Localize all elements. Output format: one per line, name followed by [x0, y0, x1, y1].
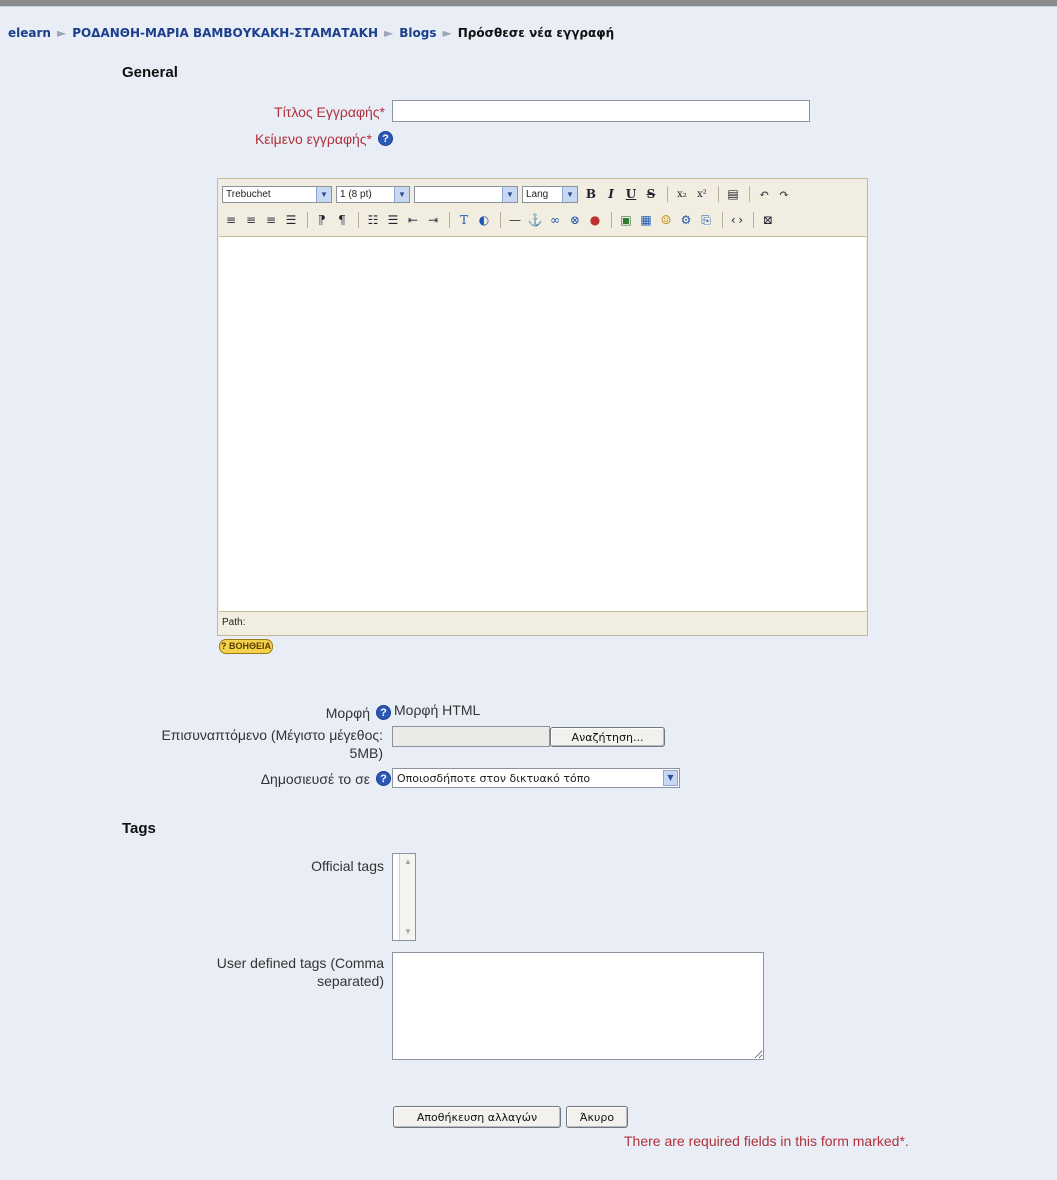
italic-icon[interactable]: I — [602, 185, 620, 203]
entry-title-label: Τίτλος Εγγραφής* — [274, 104, 385, 120]
breadcrumb-separator: ► — [56, 26, 67, 40]
toolbar-separator — [611, 212, 612, 228]
link-icon[interactable]: ∞ — [546, 211, 564, 229]
clean-word-icon[interactable]: ▤ — [724, 185, 742, 203]
editor-toolbar-row-2: ≡ ≡ ≡ ☰ ⁋ ¶ ☷ ☰ ⇤ ⇥ T ◐ — ⚓ ∞ ⊗ ● ▣ ▦ ☺ … — [218, 208, 779, 232]
html-editor: Trebuchet ▼ 1 (8 pt) ▼ ▼ Lang ▼ B I U S … — [217, 178, 868, 636]
subscript-icon[interactable]: x₂ — [673, 185, 691, 203]
text-color-icon[interactable]: T — [455, 211, 473, 229]
official-tags-list[interactable]: ▲ ▼ — [392, 853, 416, 941]
editor-help-button[interactable]: ? ΒΟΗΘΕΙΑ — [219, 639, 273, 654]
entry-title-input[interactable] — [392, 100, 810, 122]
superscript-icon[interactable]: x² — [693, 185, 711, 203]
align-justify-icon[interactable]: ☰ — [282, 211, 300, 229]
language-select[interactable]: Lang ▼ — [522, 185, 578, 203]
bold-icon[interactable]: B — [582, 185, 600, 203]
underline-icon[interactable]: U — [622, 185, 640, 203]
chevron-down-icon: ▼ — [663, 770, 678, 786]
cancel-button[interactable]: Άκυρο — [566, 1106, 628, 1128]
section-general-heading: General — [122, 64, 178, 81]
ordered-list-icon[interactable]: ☷ — [364, 211, 382, 229]
unordered-list-icon[interactable]: ☰ — [384, 211, 402, 229]
attachment-file-field[interactable] — [392, 726, 550, 747]
language-value: Lang — [526, 188, 549, 200]
align-right-icon[interactable]: ≡ — [262, 211, 280, 229]
outdent-icon[interactable]: ⇤ — [404, 211, 422, 229]
save-changes-button[interactable]: Αποθήκευση αλλαγών — [393, 1106, 561, 1128]
help-icon[interactable]: ? — [376, 771, 391, 786]
browse-button[interactable]: Αναζήτηση... — [550, 727, 665, 747]
chevron-down-icon: ▼ — [562, 186, 577, 202]
publish-label: Δημοσιευσέ το σε — [260, 771, 370, 787]
toolbar-separator — [722, 212, 723, 228]
align-center-icon[interactable]: ≡ — [242, 211, 260, 229]
align-left-icon[interactable]: ≡ — [222, 211, 240, 229]
publish-select-value: Οποιοσδήποτε στον δικτυακό τόπο — [397, 771, 591, 785]
search-replace-icon[interactable]: ⎘ — [697, 211, 715, 229]
strikethrough-icon[interactable]: S — [642, 185, 660, 203]
paragraph-format-select[interactable]: ▼ — [414, 185, 518, 203]
breadcrumb-separator: ► — [442, 26, 452, 40]
toolbar-separator — [749, 186, 750, 202]
unlink-icon[interactable]: ⊗ — [566, 211, 584, 229]
rtl-icon[interactable]: ¶ — [333, 211, 351, 229]
entry-body-label-text: Κείμενο εγγραφής* — [254, 131, 372, 147]
editor-toolbar-row-1: Trebuchet ▼ 1 (8 pt) ▼ ▼ Lang ▼ B I U S … — [218, 182, 795, 206]
editor-path: Path: — [222, 617, 246, 628]
anchor-icon[interactable]: ⚓ — [526, 211, 544, 229]
horizontal-rule-icon[interactable]: — — [506, 211, 524, 229]
html-source-icon[interactable]: ‹› — [728, 211, 746, 229]
nolink-icon[interactable]: ● — [586, 211, 604, 229]
breadcrumb: elearn ► ΡΟΔΑΝΘΗ-ΜΑΡΙΑ ΒΑΜΒΟΥΚΑΚΗ-ΣΤΑΜΑΤΑΚ… — [8, 26, 614, 40]
official-tags-scrollbar[interactable]: ▲ ▼ — [399, 854, 415, 940]
help-icon[interactable]: ? — [378, 131, 393, 146]
indent-icon[interactable]: ⇥ — [424, 211, 442, 229]
scroll-up-icon[interactable]: ▲ — [401, 855, 415, 869]
breadcrumb-link-home[interactable]: elearn — [8, 26, 51, 40]
editor-content-area[interactable] — [219, 236, 866, 612]
format-value: Μορφή HTML — [394, 702, 481, 718]
insert-image-icon[interactable]: ▣ — [617, 211, 635, 229]
insert-table-icon[interactable]: ▦ — [637, 211, 655, 229]
special-char-icon[interactable]: ⚙ — [677, 211, 695, 229]
font-size-value: 1 (8 pt) — [340, 188, 372, 200]
toolbar-separator — [307, 212, 308, 228]
toolbar-separator — [449, 212, 450, 228]
font-family-value: Trebuchet — [226, 188, 271, 200]
entry-body-label: Κείμενο εγγραφής* — [150, 130, 372, 148]
undo-icon[interactable]: ↶ — [755, 185, 773, 203]
toolbar-separator — [667, 186, 668, 202]
format-label: Μορφή — [325, 705, 370, 721]
scroll-down-icon[interactable]: ▼ — [401, 925, 415, 939]
chevron-down-icon: ▼ — [316, 186, 331, 202]
section-tags-heading: Tags — [122, 820, 156, 837]
toolbar-separator — [500, 212, 501, 228]
background-color-icon[interactable]: ◐ — [475, 211, 493, 229]
ltr-icon[interactable]: ⁋ — [313, 211, 331, 229]
smiley-icon[interactable]: ☺ — [657, 211, 675, 229]
help-icon[interactable]: ? — [376, 705, 391, 720]
toolbar-separator — [753, 212, 754, 228]
attachment-label: Επισυναπτόμενο (Μέγιστο μέγεθος: 5MB) — [161, 727, 383, 761]
fullscreen-icon[interactable]: ⊠ — [759, 211, 777, 229]
toolbar-separator — [718, 186, 719, 202]
toolbar-separator — [358, 212, 359, 228]
breadcrumb-separator: ► — [384, 26, 394, 40]
font-family-select[interactable]: Trebuchet ▼ — [222, 185, 332, 203]
top-border-highlight — [0, 6, 1057, 7]
user-tags-label: User defined tags (Comma separated) — [216, 955, 384, 989]
breadcrumb-link-blogs[interactable]: Blogs — [399, 26, 436, 40]
breadcrumb-current: Πρόσθεσε νέα εγγραφή — [457, 26, 615, 40]
chevron-down-icon: ▼ — [394, 186, 409, 202]
user-tags-textarea[interactable] — [392, 952, 764, 1060]
breadcrumb-link-user[interactable]: ΡΟΔΑΝΘΗ-ΜΑΡΙΑ ΒΑΜΒΟΥΚΑΚΗ-ΣΤΑΜΑΤΑΚΗ — [72, 26, 378, 40]
official-tags-label: Official tags — [311, 858, 384, 874]
publish-select[interactable]: Οποιοσδήποτε στον δικτυακό τόπο ▼ — [392, 768, 680, 788]
redo-icon[interactable]: ↷ — [775, 185, 793, 203]
chevron-down-icon: ▼ — [502, 186, 517, 202]
required-fields-note: There are required fields in this form m… — [624, 1133, 909, 1149]
font-size-select[interactable]: 1 (8 pt) ▼ — [336, 185, 410, 203]
